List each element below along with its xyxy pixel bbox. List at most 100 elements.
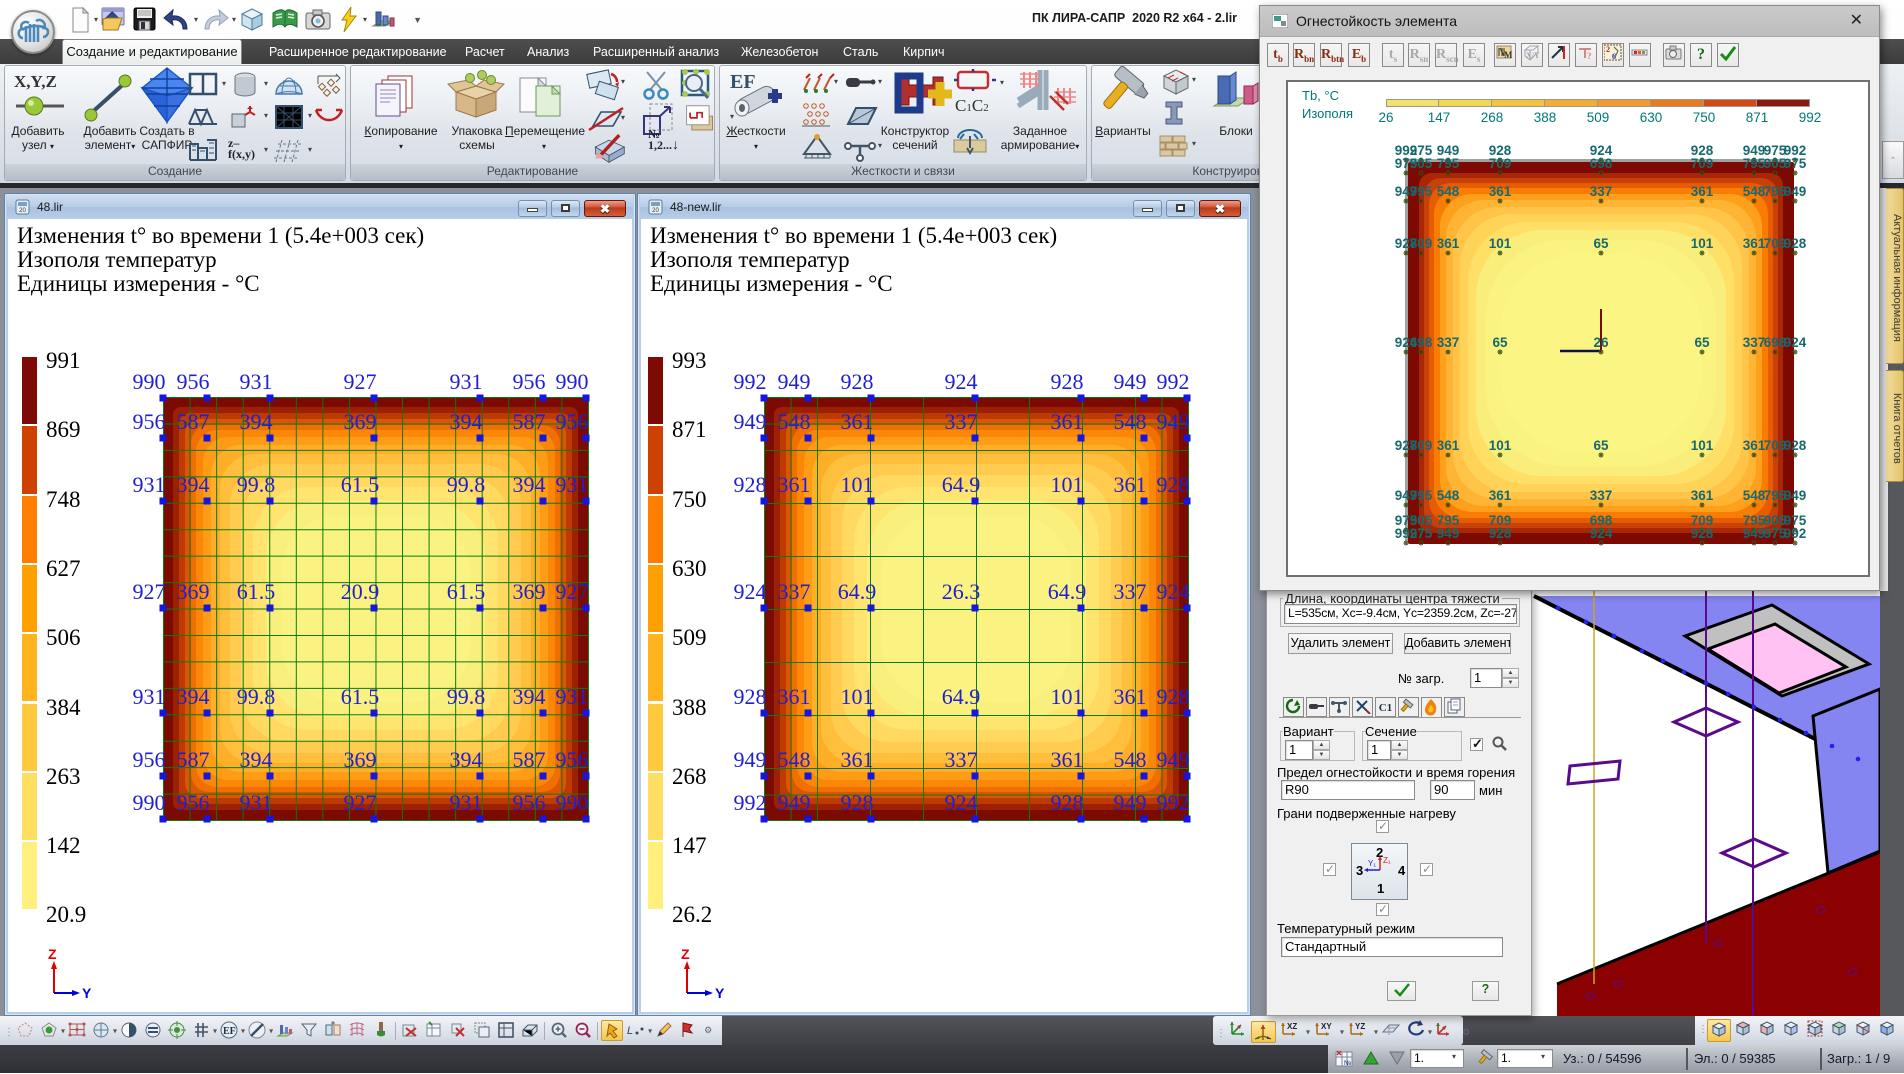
svg-text:956: 956 [177, 369, 210, 394]
svg-text:949: 949 [778, 790, 811, 815]
svg-text:992: 992 [1157, 790, 1190, 815]
svg-text:548: 548 [1114, 409, 1147, 434]
svg-text:369: 369 [177, 579, 210, 604]
svg-text:361: 361 [1051, 747, 1084, 772]
svg-text:992: 992 [734, 790, 767, 815]
svg-text:931: 931 [556, 684, 589, 709]
svg-text:361: 361 [841, 747, 874, 772]
svg-text:65: 65 [1593, 236, 1609, 251]
svg-text:548: 548 [1437, 488, 1460, 503]
svg-text:956: 956 [513, 790, 546, 815]
svg-text:61.5: 61.5 [341, 472, 380, 497]
svg-text:548: 548 [778, 409, 811, 434]
svg-text:924: 924 [945, 790, 978, 815]
svg-text:№: № [1344, 1060, 1352, 1067]
svg-text:931: 931 [450, 790, 483, 815]
svg-text:949: 949 [1114, 369, 1147, 394]
svg-text:361: 361 [1743, 438, 1766, 453]
svg-text:20.9: 20.9 [341, 579, 380, 604]
svg-text:931: 931 [133, 472, 166, 497]
svg-text:992: 992 [734, 369, 767, 394]
svg-text:931: 931 [240, 790, 273, 815]
svg-text:924: 924 [945, 369, 978, 394]
svg-text:361: 361 [1489, 184, 1512, 199]
svg-text:931: 931 [240, 369, 273, 394]
svg-text:795: 795 [1437, 156, 1460, 171]
svg-text:992: 992 [1157, 369, 1190, 394]
svg-text:X/Y: X/Y [1526, 51, 1540, 60]
svg-text:Z: Z [681, 949, 690, 962]
svg-text:337: 337 [1114, 579, 1147, 604]
svg-text:337: 337 [778, 579, 811, 604]
svg-text:698: 698 [1410, 335, 1433, 350]
svg-text:928: 928 [841, 369, 874, 394]
svg-text:928: 928 [1157, 684, 1190, 709]
svg-text:928: 928 [1051, 369, 1084, 394]
svg-text:928: 928 [734, 684, 767, 709]
svg-text:956: 956 [556, 747, 589, 772]
svg-text:EF: EF [730, 71, 756, 93]
svg-text:61.5: 61.5 [447, 579, 486, 604]
svg-text:101: 101 [841, 684, 874, 709]
svg-text:956: 956 [513, 369, 546, 394]
svg-text:956: 956 [133, 747, 166, 772]
svg-text:20: 20 [19, 208, 26, 214]
svg-text:65: 65 [1593, 438, 1609, 453]
svg-text:65: 65 [1694, 335, 1710, 350]
svg-text:975: 975 [1410, 526, 1433, 541]
svg-text:548: 548 [1743, 488, 1766, 503]
svg-text:EF: EF [223, 1026, 236, 1037]
svg-text:795: 795 [1743, 156, 1766, 171]
svg-text:361: 361 [1437, 236, 1460, 251]
svg-text:101: 101 [1051, 472, 1084, 497]
svg-text:361: 361 [778, 684, 811, 709]
svg-text:64.9: 64.9 [942, 684, 981, 709]
svg-text:905: 905 [1410, 156, 1433, 171]
svg-text:927: 927 [133, 579, 166, 604]
svg-text:928: 928 [1691, 526, 1714, 541]
svg-text:949: 949 [1743, 526, 1766, 541]
svg-text:L: L [627, 1025, 633, 1037]
svg-text:928: 928 [841, 790, 874, 815]
svg-text:927: 927 [344, 790, 377, 815]
svg-text:928: 928 [1051, 790, 1084, 815]
svg-text:928: 928 [1489, 526, 1512, 541]
svg-text:64.9: 64.9 [1048, 579, 1087, 604]
svg-text:Z₁: Z₁ [1383, 856, 1391, 865]
svg-text:924: 924 [734, 579, 767, 604]
svg-text:990: 990 [133, 790, 166, 815]
svg-text:928: 928 [734, 472, 767, 497]
svg-text:101: 101 [1489, 236, 1512, 251]
svg-text:99.8: 99.8 [447, 472, 486, 497]
svg-text:394: 394 [240, 747, 273, 772]
svg-text:101: 101 [1691, 438, 1714, 453]
svg-text:?: ? [1587, 51, 1592, 61]
svg-text:709: 709 [1410, 236, 1433, 251]
svg-text:99.8: 99.8 [237, 472, 276, 497]
svg-text:361: 361 [778, 472, 811, 497]
svg-text:931: 931 [450, 369, 483, 394]
svg-text:394: 394 [513, 472, 546, 497]
svg-text:99.8: 99.8 [237, 684, 276, 709]
svg-text:361: 361 [1489, 488, 1512, 503]
svg-text:928: 928 [1157, 472, 1190, 497]
svg-text:990: 990 [556, 369, 589, 394]
svg-text:992: 992 [1784, 526, 1807, 541]
svg-text:M: M [1504, 50, 1513, 60]
svg-text:928: 928 [1784, 438, 1807, 453]
svg-text:927: 927 [556, 579, 589, 604]
svg-text:20: 20 [652, 208, 659, 214]
svg-text:548: 548 [1437, 184, 1460, 199]
svg-text:587: 587 [177, 409, 210, 434]
svg-text:394: 394 [177, 472, 210, 497]
svg-text:YZ: YZ [1355, 1022, 1365, 1031]
svg-text:795: 795 [1410, 184, 1433, 199]
svg-text:26: 26 [1593, 335, 1609, 350]
svg-text:337: 337 [945, 747, 978, 772]
svg-text:361: 361 [1437, 438, 1460, 453]
svg-text:Z: Z [48, 949, 57, 962]
svg-text:548: 548 [778, 747, 811, 772]
svg-text:990: 990 [133, 369, 166, 394]
svg-text:369: 369 [344, 409, 377, 434]
svg-text:369: 369 [344, 747, 377, 772]
